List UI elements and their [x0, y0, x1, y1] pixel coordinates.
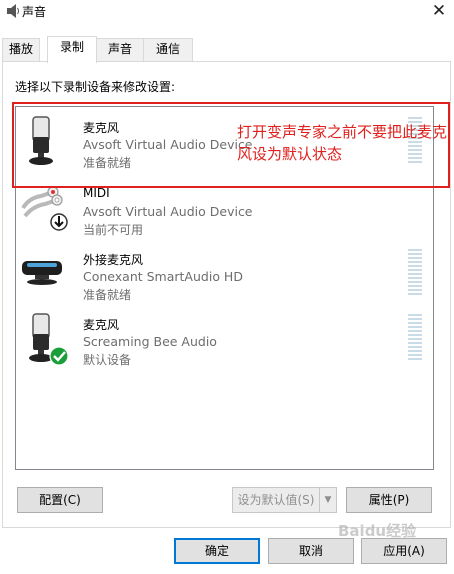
level-meter	[408, 314, 422, 360]
device-driver: Avsoft Virtual Audio Device	[83, 204, 253, 219]
annotation-text: 打开变声专家之前不要把此麦克风设为默认状态	[237, 123, 448, 163]
tab-recording[interactable]: 录制	[47, 36, 97, 63]
level-meter	[408, 249, 422, 295]
properties-button[interactable]: 属性(P)	[346, 487, 432, 513]
apply-button[interactable]: 应用(A)	[361, 538, 447, 564]
close-button[interactable]: ✕	[424, 0, 454, 24]
tab-playback[interactable]: 播放	[2, 38, 40, 61]
external-microphone-icon	[22, 261, 62, 285]
instruction-label: 选择以下录制设备来修改设置:	[15, 80, 176, 94]
device-name: 麦克风	[83, 318, 120, 332]
device-row[interactable]: 外接麦克风 Conexant SmartAudio HD 准备就绪	[17, 241, 431, 305]
device-status: 准备就绪	[83, 288, 132, 302]
default-check-badge	[49, 346, 69, 366]
device-name: 外接麦克风	[83, 253, 144, 267]
device-status: 当前不可用	[83, 223, 144, 237]
title-bar: 声音 ✕	[0, 0, 454, 24]
ok-button[interactable]: 确定	[174, 538, 260, 564]
device-driver: Screaming Bee Audio	[83, 334, 217, 349]
device-status: 默认设备	[83, 353, 132, 367]
window-title: 声音	[22, 5, 47, 19]
tab-strip: 播放 录制 声音 通信	[0, 36, 454, 63]
speaker-icon	[7, 4, 19, 18]
cancel-button[interactable]: 取消	[268, 538, 354, 564]
set-default-dropdown-arrow[interactable]: ▼	[319, 487, 337, 513]
down-arrow-badge	[50, 213, 68, 231]
configure-button[interactable]: 配置(C)	[17, 487, 103, 513]
set-default-button[interactable]: 设为默认值(S)	[232, 487, 320, 513]
microphone-icon	[29, 313, 69, 366]
tab-sounds[interactable]: 声音	[96, 38, 144, 61]
device-name: MIDI	[83, 186, 110, 200]
device-driver: Conexant SmartAudio HD	[83, 269, 243, 284]
tab-communications[interactable]: 通信	[143, 38, 193, 61]
baidu-watermark: Baidu经验	[338, 522, 417, 540]
device-row[interactable]: 麦克风 Screaming Bee Audio 默认设备	[17, 306, 431, 370]
